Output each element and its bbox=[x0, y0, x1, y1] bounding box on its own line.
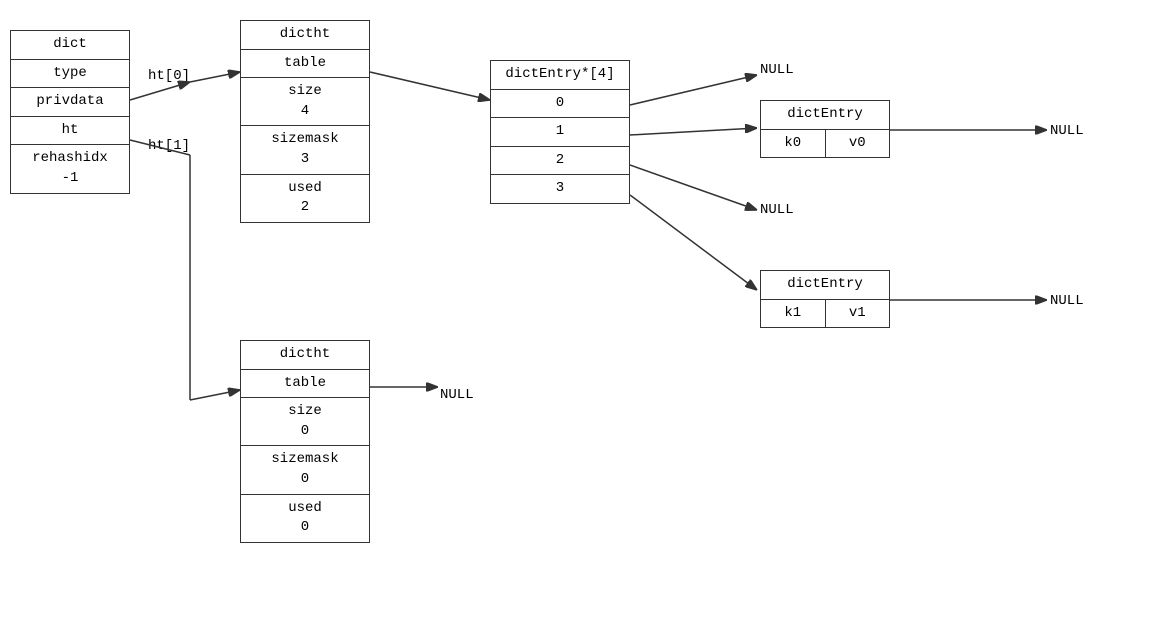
entry-bottom-box: dictEntry k1 v1 bbox=[760, 270, 890, 328]
entry-bottom-v1: v1 bbox=[826, 300, 890, 328]
dictht-top-table: table bbox=[241, 50, 369, 79]
dict-cell-privdata: privdata bbox=[11, 88, 129, 117]
array-box: dictEntry*[4] 0 1 2 3 bbox=[490, 60, 630, 204]
dictht-top-used: used2 bbox=[241, 175, 369, 222]
null-array-0: NULL bbox=[760, 62, 794, 78]
entry-bottom-title: dictEntry bbox=[761, 271, 889, 300]
diagram: dict type privdata ht rehashidx-1 ht[0] … bbox=[0, 0, 1150, 628]
dict-cell-ht: ht bbox=[11, 117, 129, 146]
dictht-top-title: dictht bbox=[241, 21, 369, 50]
dictht-top-size: size4 bbox=[241, 78, 369, 126]
entry-top-k0: k0 bbox=[761, 130, 826, 158]
dictht-bottom-used: used0 bbox=[241, 495, 369, 542]
dictht-bottom-title: dictht bbox=[241, 341, 369, 370]
array-cell-3: 3 bbox=[491, 175, 629, 203]
dictht-bottom-table: table bbox=[241, 370, 369, 399]
dictht-top-box: dictht table size4 sizemask3 used2 bbox=[240, 20, 370, 223]
dict-cell-dict: dict bbox=[11, 31, 129, 60]
entry-bottom-k1: k1 bbox=[761, 300, 826, 328]
null-entry-top: NULL bbox=[1050, 123, 1084, 139]
dict-box: dict type privdata ht rehashidx-1 bbox=[10, 30, 130, 194]
null-array-2: NULL bbox=[760, 202, 794, 218]
ht0-label: ht[0] bbox=[148, 68, 190, 84]
ht1-label: ht[1] bbox=[148, 138, 190, 154]
array-title: dictEntry*[4] bbox=[491, 61, 629, 90]
array-cell-0: 0 bbox=[491, 90, 629, 119]
entry-top-v0: v0 bbox=[826, 130, 890, 158]
dict-cell-rehashidx: rehashidx-1 bbox=[11, 145, 129, 192]
array-cell-1: 1 bbox=[491, 118, 629, 147]
entry-top-title: dictEntry bbox=[761, 101, 889, 130]
null-entry-bottom: NULL bbox=[1050, 293, 1084, 309]
dictht-bottom-sizemask: sizemask0 bbox=[241, 446, 369, 494]
null-dictht-bottom: NULL bbox=[440, 387, 474, 403]
dict-cell-type: type bbox=[11, 60, 129, 89]
dictht-top-sizemask: sizemask3 bbox=[241, 126, 369, 174]
dictht-bottom-box: dictht table size0 sizemask0 used0 bbox=[240, 340, 370, 543]
dictht-bottom-size: size0 bbox=[241, 398, 369, 446]
array-cell-2: 2 bbox=[491, 147, 629, 176]
entry-top-box: dictEntry k0 v0 bbox=[760, 100, 890, 158]
